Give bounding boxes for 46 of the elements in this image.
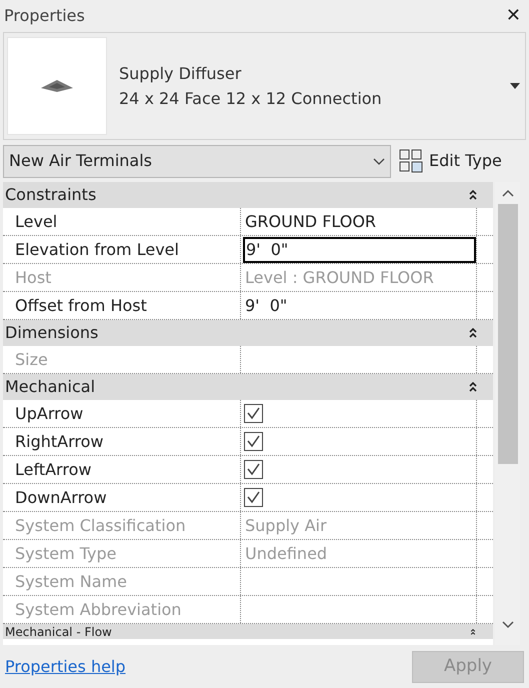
window-title: Properties xyxy=(4,5,85,27)
property-name: System Classification xyxy=(3,512,241,539)
property-value: GROUND FLOOR xyxy=(244,210,376,232)
scroll-thumb[interactable] xyxy=(498,204,518,464)
close-button[interactable]: ✕ xyxy=(506,7,521,25)
dropdown-arrow-icon xyxy=(510,83,520,89)
property-name: Size xyxy=(3,346,241,373)
property-name: LeftArrow xyxy=(3,456,241,483)
collapse-icon[interactable] xyxy=(469,628,477,634)
group-header[interactable]: Mechanical xyxy=(3,374,493,400)
checkbox[interactable] xyxy=(244,432,263,451)
property-name: System Type xyxy=(3,540,241,567)
property-name: RightArrow xyxy=(3,428,241,455)
family-name: Supply Diffuser xyxy=(119,63,242,85)
property-value: Level : GROUND FLOOR xyxy=(244,266,434,288)
edit-type-button[interactable]: Edit Type xyxy=(399,149,502,173)
collapse-icon[interactable] xyxy=(469,328,477,338)
group-header[interactable]: Constraints xyxy=(3,182,493,208)
property-name: System Name xyxy=(3,568,241,595)
group-header[interactable]: Dimensions xyxy=(3,320,493,346)
edit-type-icon xyxy=(399,149,423,173)
diffuser-icon xyxy=(41,79,73,93)
group-header[interactable]: Mechanical - Flow xyxy=(3,624,493,639)
type-name: 24 x 24 Face 12 x 12 Connection xyxy=(119,88,383,110)
property-name: Offset from Host xyxy=(3,292,241,319)
checkbox[interactable] xyxy=(244,460,263,479)
collapse-icon[interactable] xyxy=(469,190,477,200)
property-name: DownArrow xyxy=(3,484,241,511)
property-name: Elevation from Level xyxy=(3,236,241,263)
checkbox[interactable] xyxy=(244,488,263,507)
property-name: Level xyxy=(3,208,241,235)
property-name: UpArrow xyxy=(3,400,241,427)
scroll-down-icon[interactable] xyxy=(502,621,514,629)
property-value: Undefined xyxy=(244,542,328,564)
checkbox[interactable] xyxy=(244,404,263,423)
category-dropdown[interactable]: New Air Terminals xyxy=(3,144,391,178)
collapse-icon[interactable] xyxy=(469,382,477,392)
property-value: Supply Air xyxy=(244,514,327,536)
chevron-down-icon xyxy=(373,158,385,164)
type-selector[interactable]: Supply Diffuser 24 x 24 Face 12 x 12 Connection xyxy=(3,32,526,140)
property-name: Host xyxy=(3,264,241,291)
property-value: 9' 0" xyxy=(244,294,288,316)
properties-help-link[interactable]: Properties help xyxy=(5,654,126,678)
value-field[interactable]: 9' 0" xyxy=(243,236,476,262)
property-name: System Abbreviation xyxy=(3,596,241,623)
scroll-up-icon[interactable] xyxy=(502,189,514,197)
